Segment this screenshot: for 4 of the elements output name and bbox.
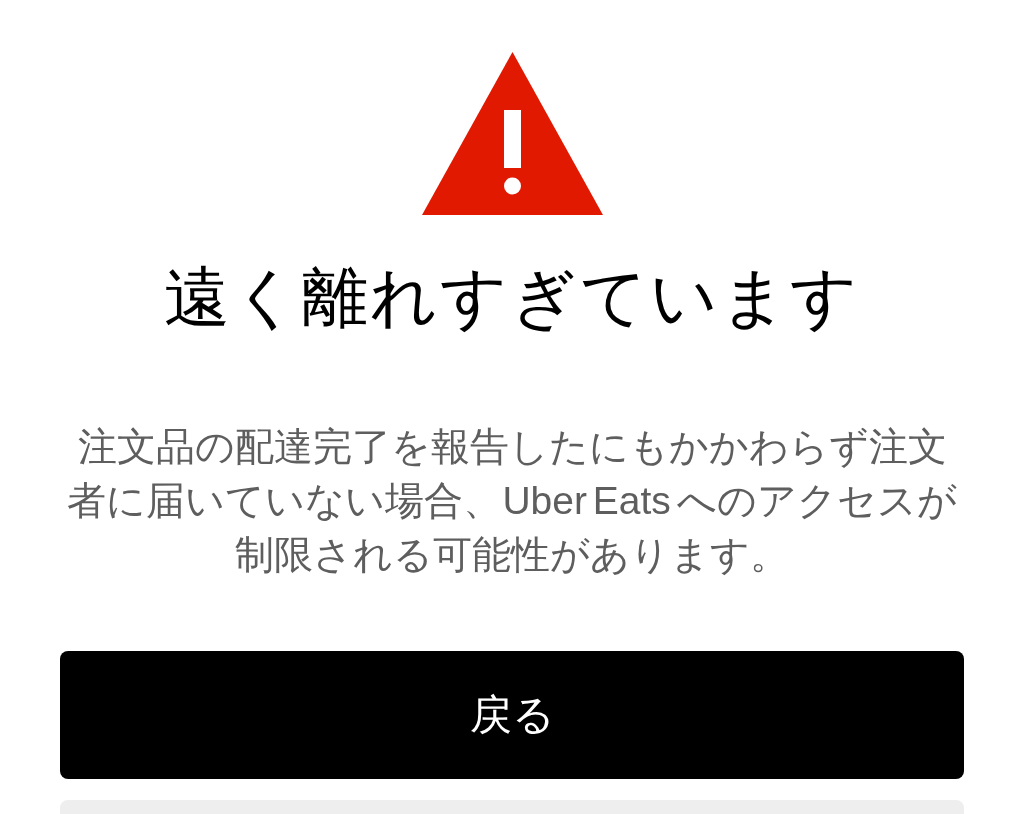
warning-message: 注文品の配達完了を報告したにもかかわらず注文者に届いていない場合、Uber Eats へのアクセスが制限される可能性があります。: [67, 424, 957, 578]
warning-icon: [421, 52, 603, 215]
warning-title: 遠く離れすぎています: [164, 259, 860, 336]
back-button[interactable]: 戻る: [60, 651, 964, 779]
